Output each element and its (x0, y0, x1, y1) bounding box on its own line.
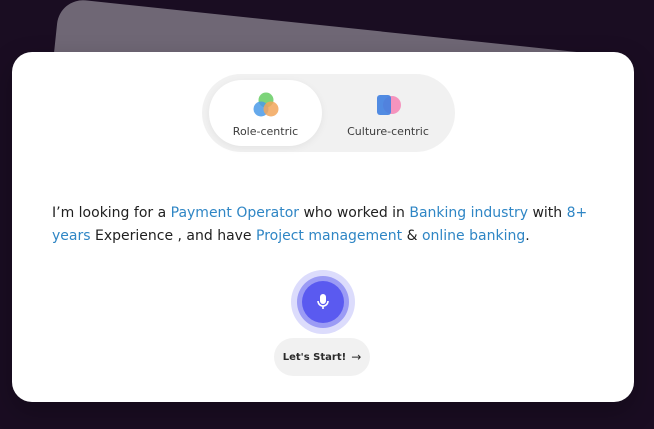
arrow-right-icon: → (351, 350, 362, 364)
overlapping-shapes-icon (377, 95, 401, 115)
voice-input-button[interactable] (291, 270, 355, 334)
overlapping-circles-icon (253, 92, 278, 117)
lets-start-label: Let's Start! (282, 351, 347, 363)
mic-core (302, 281, 344, 323)
mic-ring (297, 276, 349, 328)
culture-centric-label: Culture-centric (347, 125, 429, 138)
prompt-text: I’m looking for a (52, 205, 171, 221)
keyword-skill-online-banking[interactable]: online banking (422, 228, 525, 244)
search-card: Role-centric Culture-centric I’m looking… (12, 52, 634, 402)
prompt-text: & (402, 228, 422, 244)
role-centric-label: Role-centric (232, 125, 299, 138)
prompt-text: Experience , and have (90, 228, 256, 244)
culture-centric-option[interactable]: Culture-centric (328, 80, 448, 146)
keyword-skill-project-management[interactable]: Project management (256, 228, 402, 244)
keyword-industry[interactable]: Banking industry (409, 205, 528, 221)
keyword-job-title[interactable]: Payment Operator (171, 205, 299, 221)
role-centric-option[interactable]: Role-centric (209, 80, 322, 146)
prompt-text: . (525, 228, 530, 244)
mode-toggle: Role-centric Culture-centric (202, 74, 455, 152)
app-stage: Role-centric Culture-centric I’m looking… (0, 0, 654, 429)
lets-start-button[interactable]: Let's Start! → (274, 338, 370, 376)
prompt-text: with (528, 205, 567, 221)
search-prompt-text: I’m looking for a Payment Operator who w… (52, 202, 622, 248)
microphone-icon (317, 294, 329, 309)
prompt-text: who worked in (299, 205, 410, 221)
